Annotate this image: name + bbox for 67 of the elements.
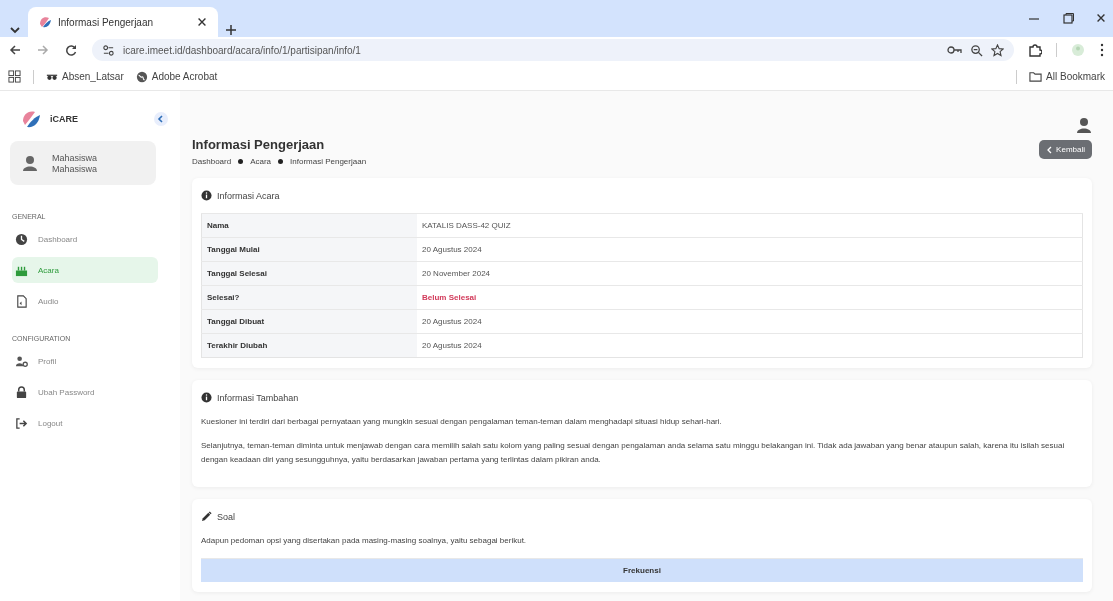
back-icon[interactable] — [8, 43, 22, 57]
close-icon[interactable] — [196, 16, 208, 28]
logout-icon — [15, 416, 28, 430]
avatar-icon — [22, 155, 38, 171]
card-title: Informasi Tambahan — [217, 392, 299, 403]
user-name: Mahasiswa — [52, 152, 98, 163]
new-tab-icon[interactable] — [224, 23, 238, 37]
separator-dot — [278, 159, 284, 164]
pencil-icon — [201, 511, 212, 522]
menu-icon[interactable] — [1099, 43, 1105, 57]
bookmark-folder[interactable]: All Bookmark — [1029, 70, 1105, 83]
brand-name: iCARE — [50, 114, 78, 124]
bookmark[interactable]: Absen_Latsar — [46, 70, 124, 83]
browser-tab[interactable]: Informasi Pengerjaan — [28, 7, 218, 37]
table-cell: Terakhir Diubah — [201, 333, 417, 358]
collapse-button[interactable] — [154, 112, 168, 126]
table-cell: 20 Agustus 2024 — [417, 237, 1083, 262]
user-role: Mahasiswa — [52, 163, 98, 174]
logo-icon — [22, 109, 42, 129]
user-gear-icon — [15, 354, 28, 368]
status-text: Belum Selesai — [417, 285, 1083, 310]
chevron-left-icon — [1046, 145, 1054, 154]
table-cell: KATALIS DASS-42 QUIZ — [417, 213, 1083, 238]
breadcrumb-link[interactable]: Dashboard — [192, 157, 232, 166]
key-icon[interactable] — [947, 43, 962, 57]
paragraph: Kuesioner ini terdiri dari berbagai pernyataan yang mungkin sesuai dengan pengalaman teman-teman dalam menghadapi situasi hidup sehari-hari. — [201, 416, 723, 428]
info-icon — [201, 190, 212, 201]
audio-file-icon — [15, 294, 28, 308]
card-title: Informasi Acara — [217, 190, 280, 201]
clock-icon — [15, 232, 28, 246]
zoom-icon[interactable] — [970, 43, 983, 57]
favicon-icon — [38, 15, 52, 29]
table-cell: 20 November 2024 — [417, 261, 1083, 286]
chevron-left-icon — [156, 114, 166, 124]
maximize-icon[interactable] — [1061, 11, 1075, 26]
separator-dot — [238, 159, 244, 164]
table-cell: Tanggal Selesai — [201, 261, 417, 286]
folder-icon — [1029, 70, 1043, 83]
user-icon[interactable] — [1076, 117, 1092, 133]
apps-icon[interactable] — [8, 70, 21, 83]
table-cell: Selesai? — [201, 285, 417, 310]
site-settings-icon[interactable] — [102, 43, 115, 57]
sidebar-item[interactable]: Audio — [12, 288, 158, 314]
bookmark[interactable]: Adobe Acrobat — [135, 70, 218, 83]
reload-icon[interactable] — [64, 43, 78, 57]
table-cell: Nama — [201, 213, 417, 238]
table-cell: 20 Agustus 2024 — [417, 333, 1083, 358]
page-title: Informasi Pengerjaan — [192, 137, 326, 152]
card-title: Soal — [217, 511, 235, 522]
sidebar-item[interactable]: Dashboard — [12, 226, 158, 252]
back-button[interactable]: Kembali — [1039, 140, 1092, 159]
table-cell: 20 Agustus 2024 — [417, 309, 1083, 334]
paragraph: Selanjutnya, teman-teman diminta untuk menjawab dengan cara memilih salah satu kolom yang paling sesuai dengan pengalaman anda selama satu minggu belakangan ini. Tidak ada jawaban yang benar ataupun salah, karena itu isilah sesuai dengan keadaan diri yang sesungguhnya, yaitu berdasarkan jawaban pertama yang terlintas dalam pikiran anda. — [201, 440, 1066, 466]
info-icon — [201, 392, 212, 403]
sidebar-item[interactable]: Logout — [12, 410, 158, 436]
table-cell: Tanggal Dibuat — [201, 309, 417, 334]
star-icon[interactable] — [991, 43, 1004, 57]
breadcrumb-link[interactable]: Acara — [250, 157, 272, 166]
globe-icon — [135, 70, 148, 83]
sidebar-item[interactable]: Profil — [12, 348, 158, 374]
column-header: Frekuensi — [201, 558, 1083, 582]
extensions-icon[interactable] — [1028, 43, 1042, 57]
address-bar[interactable]: icare.imeet.id/dashboard/acara/info/1/partisipan/info/1 — [92, 39, 1014, 61]
lock-icon — [15, 385, 28, 399]
sidebar-item[interactable]: Ubah Password — [12, 379, 158, 405]
paragraph: Adapun pedoman opsi yang disertakan pada masing-masing soalnya, yaitu sebagai berikut. — [201, 535, 528, 547]
table-cell: Tanggal Mulai — [201, 237, 417, 262]
